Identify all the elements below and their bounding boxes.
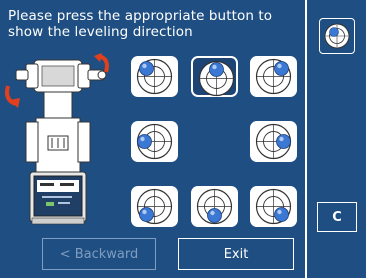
level-direction-button-top-right[interactable] [250, 56, 297, 97]
main-panel: Please press the appropriate button to s… [0, 0, 305, 278]
level-bubble-icon [196, 188, 233, 225]
level-bubble-icon [255, 188, 292, 225]
balance-illustration [5, 53, 109, 225]
level-direction-button-bottom-left[interactable] [131, 186, 178, 227]
level-direction-button-bottom-right[interactable] [250, 186, 297, 227]
level-bubble-icon [136, 58, 173, 95]
backward-button[interactable]: < Backward [42, 238, 156, 270]
level-direction-button-bottom[interactable] [191, 186, 238, 227]
clear-button[interactable]: C [317, 202, 357, 232]
level-direction-button-top-left[interactable] [131, 56, 178, 97]
level-bubble-icon [136, 188, 173, 225]
instruction-text: Please press the appropriate button to s… [8, 8, 273, 40]
leveling-screen: Please press the appropriate button to s… [0, 0, 366, 278]
right-sidebar: C [305, 0, 366, 278]
level-bubble-icon [255, 58, 292, 95]
level-direction-button-right[interactable] [250, 121, 297, 162]
level-bubble-icon [136, 123, 173, 160]
level-bubble-button[interactable] [319, 18, 355, 54]
level-direction-button-left[interactable] [131, 121, 178, 162]
exit-button[interactable]: Exit [178, 238, 294, 270]
level-direction-button-top[interactable] [191, 56, 238, 97]
level-bubble-icon [255, 123, 292, 160]
level-bubble-icon [198, 60, 235, 97]
level-bubble-icon [324, 23, 350, 49]
